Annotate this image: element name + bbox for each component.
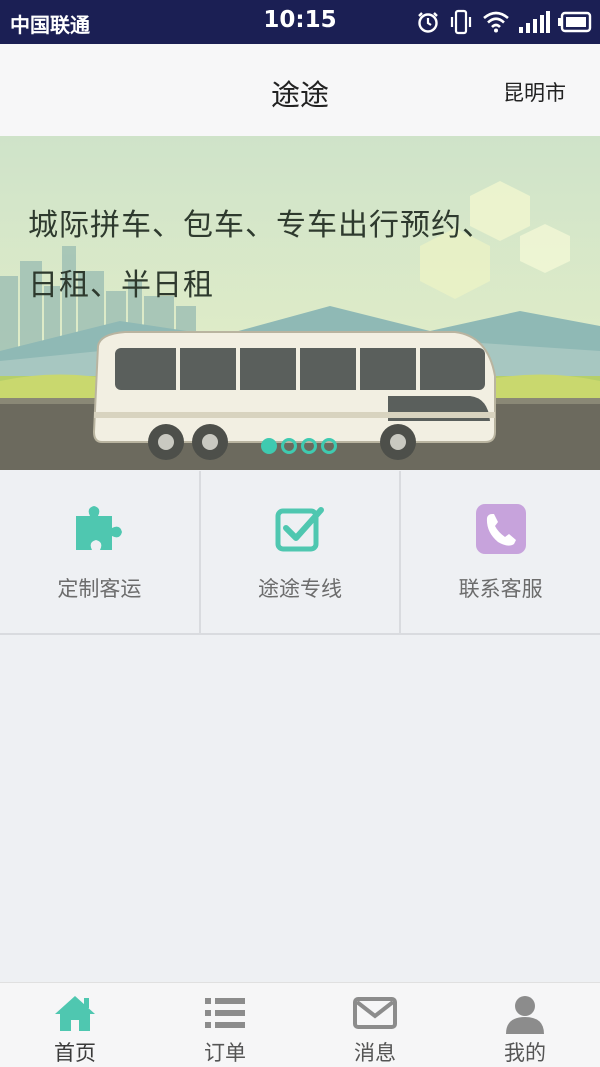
wifi-icon xyxy=(483,11,509,33)
status-icons xyxy=(416,8,592,36)
mail-icon xyxy=(353,997,397,1029)
service-grid: 定制客运 途途专线 联系客服 xyxy=(0,471,600,635)
list-icon xyxy=(205,998,245,1028)
status-bar: 中国联通 10:15 xyxy=(0,0,600,44)
banner-headline: 城际拼车、包车、专车出行预约、 xyxy=(28,208,493,243)
nav-profile[interactable]: 我的 xyxy=(450,983,600,1067)
carousel-dot[interactable] xyxy=(281,438,297,454)
carousel-dot[interactable] xyxy=(321,438,337,454)
signal-icon xyxy=(519,11,550,33)
banner-subline: 日租、半日租 xyxy=(28,268,214,303)
nav-home[interactable]: 首页 xyxy=(0,983,150,1067)
nav-messages[interactable]: 消息 xyxy=(300,983,450,1067)
home-icon xyxy=(55,996,95,1031)
bottom-navigation: 首页 订单 消息 我的 xyxy=(0,982,600,1067)
action-label: 定制客运 xyxy=(57,577,142,601)
nav-label: 我的 xyxy=(504,1041,546,1065)
alarm-icon xyxy=(418,12,438,33)
carousel-dot[interactable] xyxy=(301,438,317,454)
phone-icon xyxy=(473,501,529,557)
tutu-route-button[interactable]: 途途专线 xyxy=(201,471,402,633)
app-header: 途途 昆明市 xyxy=(0,44,600,136)
promo-banner[interactable]: 城际拼车、包车、专车出行预约、 日租、半日租 xyxy=(0,136,600,470)
user-icon xyxy=(506,996,544,1034)
custom-transport-button[interactable]: 定制客运 xyxy=(0,471,201,633)
carousel-dot[interactable] xyxy=(261,438,277,454)
contact-support-button[interactable]: 联系客服 xyxy=(401,471,600,633)
nav-label: 首页 xyxy=(54,1041,96,1065)
nav-label: 消息 xyxy=(354,1041,396,1065)
battery-icon xyxy=(558,11,592,33)
vibrate-icon xyxy=(450,9,472,35)
checkbox-icon xyxy=(272,501,328,557)
action-label: 途途专线 xyxy=(258,577,342,601)
city-selector[interactable]: 昆明市 xyxy=(503,77,566,107)
nav-orders[interactable]: 订单 xyxy=(150,983,300,1067)
action-label: 联系客服 xyxy=(458,577,543,601)
puzzle-icon xyxy=(71,501,127,557)
nav-label: 订单 xyxy=(204,1041,246,1065)
carousel-indicator[interactable] xyxy=(261,438,337,454)
